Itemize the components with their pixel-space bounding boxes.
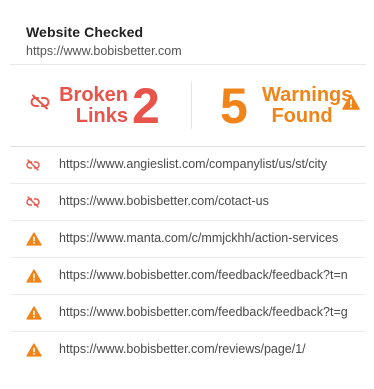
broken-links-count: 2 bbox=[132, 78, 160, 134]
checked-site-url: https://www.bobisbetter.com bbox=[26, 44, 182, 58]
result-url[interactable]: https://www.angieslist.com/companylist/u… bbox=[59, 157, 327, 171]
broken-links-summary: Broken Links 2 bbox=[10, 65, 191, 145]
broken-link-icon bbox=[26, 158, 40, 176]
list-item[interactable]: https://www.bobisbetter.com/reviews/page… bbox=[10, 331, 366, 368]
result-url[interactable]: https://www.bobisbetter.com/cotact-us bbox=[59, 194, 269, 208]
list-item[interactable]: https://www.bobisbetter.com/cotact-us bbox=[10, 183, 366, 220]
results-list: https://www.angieslist.com/companylist/u… bbox=[10, 146, 366, 368]
warning-icon bbox=[26, 269, 42, 288]
result-url[interactable]: https://www.bobisbetter.com/feedback/fee… bbox=[59, 268, 348, 282]
website-check-card: Website Checked https://www.bobisbetter.… bbox=[0, 0, 374, 388]
broken-link-icon bbox=[26, 195, 40, 213]
header: Website Checked https://www.bobisbetter.… bbox=[26, 24, 182, 58]
result-url[interactable]: https://www.bobisbetter.com/reviews/page… bbox=[59, 342, 306, 356]
page-title: Website Checked bbox=[26, 24, 144, 40]
list-item[interactable]: https://www.angieslist.com/companylist/u… bbox=[10, 146, 366, 183]
broken-links-label: Broken Links bbox=[59, 84, 128, 127]
warnings-label: Warnings Found bbox=[262, 84, 353, 127]
warning-icon bbox=[342, 94, 360, 115]
list-item[interactable]: https://www.bobisbetter.com/feedback/fee… bbox=[10, 294, 366, 331]
warnings-count: 5 bbox=[220, 78, 248, 134]
list-item[interactable]: https://www.manta.com/c/mmjckhh/action-s… bbox=[10, 220, 366, 257]
results-panel: Broken Links 2 5 Warnings Found https://… bbox=[10, 64, 366, 389]
list-item[interactable]: https://www.bobisbetter.com/feedback/fee… bbox=[10, 257, 366, 294]
result-url[interactable]: https://www.manta.com/c/mmjckhh/action-s… bbox=[59, 231, 338, 245]
broken-link-icon bbox=[30, 94, 50, 115]
warning-icon bbox=[26, 343, 42, 362]
warning-icon bbox=[26, 306, 42, 325]
summary-bar: Broken Links 2 5 Warnings Found bbox=[10, 65, 366, 145]
result-url[interactable]: https://www.bobisbetter.com/feedback/fee… bbox=[59, 305, 348, 319]
warning-icon bbox=[26, 232, 42, 251]
warnings-summary: 5 Warnings Found bbox=[192, 65, 366, 145]
